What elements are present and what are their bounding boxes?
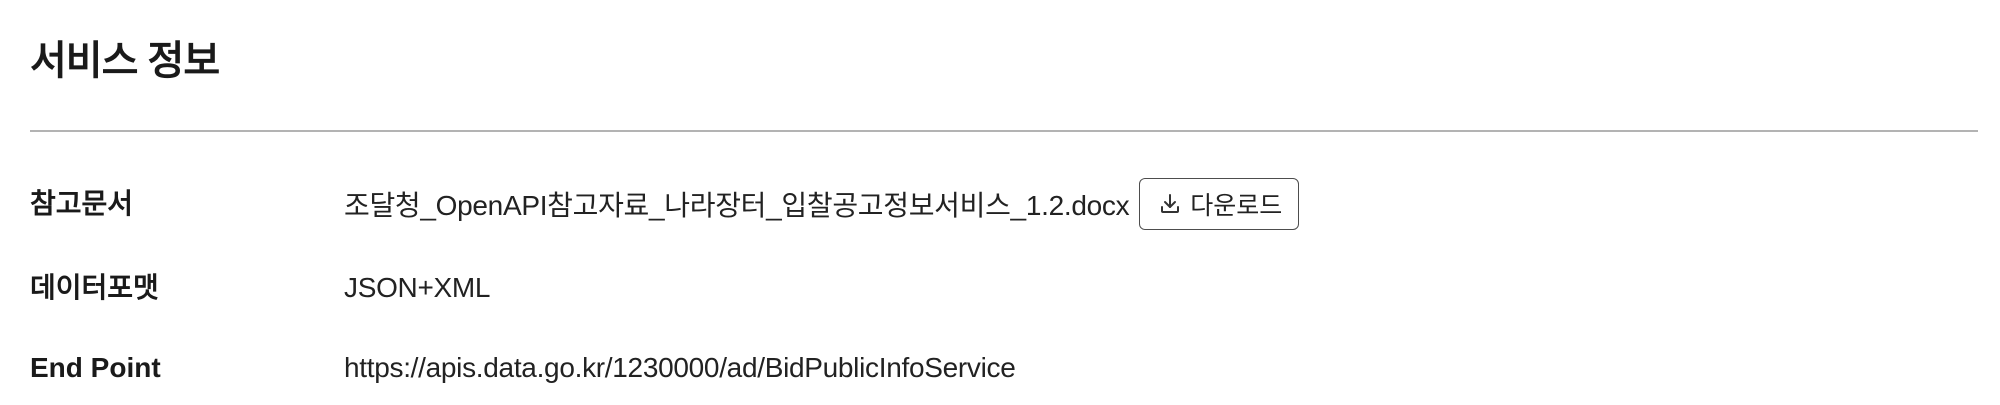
reference-doc-label: 참고문서 bbox=[30, 188, 134, 219]
end-point-url: https://apis.data.go.kr/1230000/ad/BidPu… bbox=[344, 352, 1016, 383]
download-button[interactable]: 다운로드 bbox=[1139, 178, 1300, 230]
service-info-section: 서비스 정보 참고문서 조달청_OpenAPI참고자료_나라장터_입찰공고정보서… bbox=[30, 0, 1978, 405]
end-point-value-wrap: https://apis.data.go.kr/1230000/ad/BidPu… bbox=[344, 338, 1016, 398]
section-title: 서비스 정보 bbox=[30, 39, 220, 83]
end-point-label: End Point bbox=[30, 352, 161, 383]
reference-doc-file-name: 조달청_OpenAPI참고자료_나라장터_입찰공고정보서비스_1.2.docx bbox=[344, 190, 1130, 221]
download-button-label: 다운로드 bbox=[1190, 192, 1283, 220]
data-format-value-wrap: JSON+XML bbox=[344, 258, 491, 318]
section-divider bbox=[30, 130, 1978, 132]
download-icon bbox=[1158, 192, 1182, 216]
info-row-data-format: 데이터포맷 JSON+XML bbox=[30, 258, 1978, 318]
reference-doc-value: 조달청_OpenAPI참고자료_나라장터_입찰공고정보서비스_1.2.docx … bbox=[344, 174, 1300, 234]
info-row-reference-doc: 참고문서 조달청_OpenAPI참고자료_나라장터_입찰공고정보서비스_1.2.… bbox=[30, 174, 1978, 234]
data-format-label: 데이터포맷 bbox=[30, 272, 159, 303]
data-format-value: JSON+XML bbox=[344, 272, 491, 303]
info-row-end-point: End Point https://apis.data.go.kr/123000… bbox=[30, 338, 1978, 398]
